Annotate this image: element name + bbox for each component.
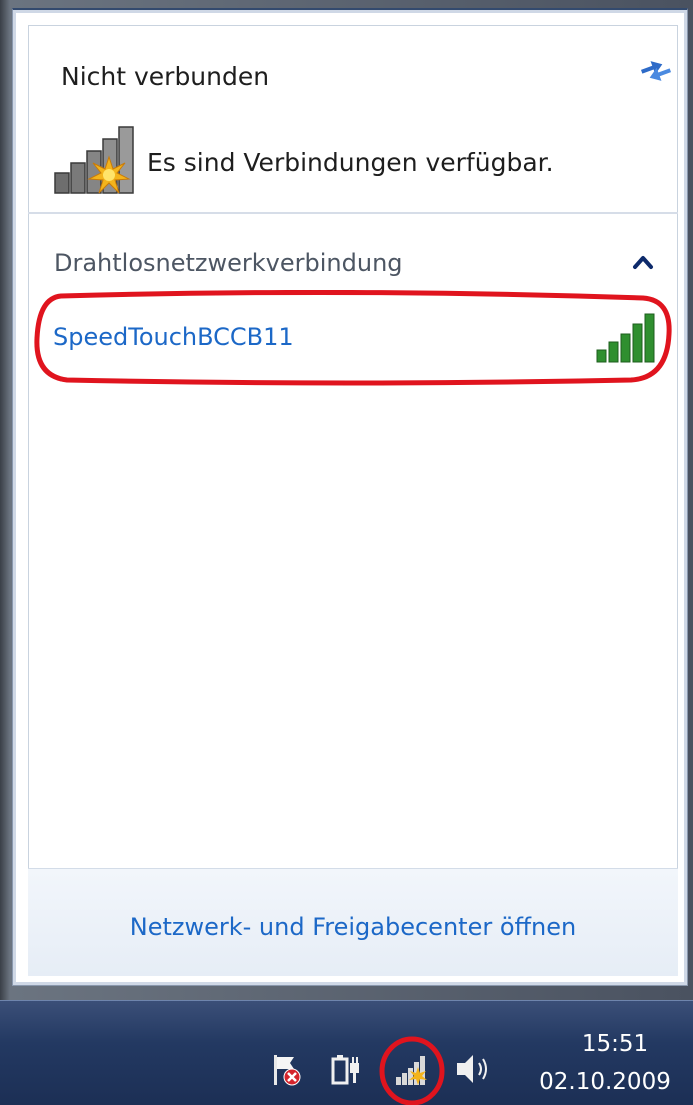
wireless-section-header[interactable]: Drahtlosnetzwerkverbindung (28, 235, 678, 281)
chevron-up-icon[interactable] (628, 249, 658, 275)
network-flyout: Nicht verbunden Es sind Verbindungen ver… (12, 8, 688, 986)
action-center-flag-icon[interactable] (272, 1053, 302, 1087)
wireless-section-title: Drahtlosnetzwerkverbindung (54, 249, 403, 277)
taskbar: 15:51 02.10.2009 (0, 1000, 693, 1105)
refresh-arrows-icon (640, 61, 672, 81)
network-connections-available-icon (54, 126, 134, 194)
volume-icon[interactable] (454, 1051, 494, 1087)
flyout-footer: Netzwerk- und Freigabecenter öffnen (28, 868, 678, 976)
network-list-item[interactable]: SpeedTouchBCCB11 (33, 290, 673, 386)
network-sharing-center-link[interactable]: Netzwerk- und Freigabecenter öffnen (28, 913, 678, 941)
network-icon[interactable] (394, 1053, 430, 1087)
refresh-button[interactable] (635, 50, 675, 86)
network-name: SpeedTouchBCCB11 (53, 323, 294, 351)
clock-button[interactable] (530, 1027, 680, 1103)
connection-status-message: Es sind Verbindungen verfügbar. (147, 148, 554, 177)
section-divider (28, 212, 678, 214)
power-plug-icon[interactable] (330, 1053, 362, 1087)
connection-status-title: Nicht verbunden (61, 62, 270, 91)
signal-strength-icon (596, 313, 655, 363)
